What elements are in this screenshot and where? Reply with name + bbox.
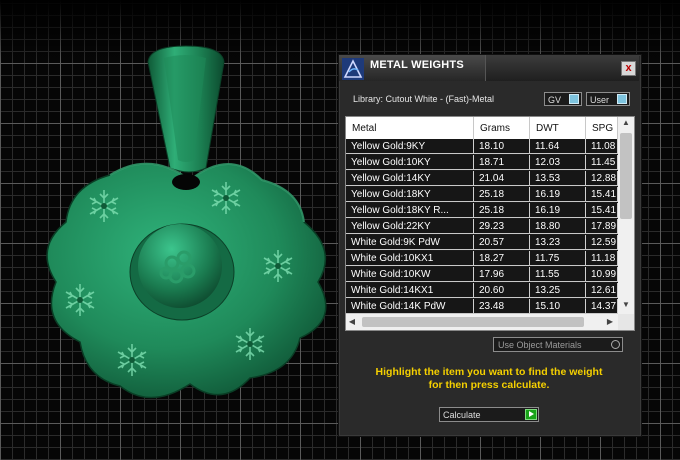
grams-cell: 18.71 [474, 155, 530, 169]
grams-cell: 29.23 [474, 219, 530, 233]
spg-cell: 15.41 [586, 203, 618, 217]
grams-cell: 23.48 [474, 299, 530, 313]
gv-toggle[interactable]: GV [544, 92, 582, 106]
table-row[interactable]: White Gold:10KX1 18.27 11.75 11.18 [346, 251, 618, 266]
table-row[interactable]: Yellow Gold:18KY R... 25.18 16.19 15.41 [346, 203, 618, 218]
table-row[interactable]: Yellow Gold:10KY 18.71 12.03 11.45 [346, 155, 618, 170]
grams-cell: 21.04 [474, 171, 530, 185]
grams-cell: 17.96 [474, 267, 530, 281]
metal-cell: Yellow Gold:9KY [346, 139, 474, 153]
table-row[interactable]: White Gold:14K PdW 23.48 15.10 14.37 [346, 299, 618, 314]
spg-cell: 11.08 [586, 139, 618, 153]
spg-cell: 12.88 [586, 171, 618, 185]
spg-cell: 12.59 [586, 235, 618, 249]
use-object-materials-option[interactable]: Use Object Materials [493, 337, 623, 352]
scroll-down-arrow-icon[interactable]: ▼ [618, 299, 634, 311]
metal-cell: Yellow Gold:14KY [346, 171, 474, 185]
instruction-line-1: Highlight the item you want to find the … [375, 366, 603, 378]
scroll-left-arrow-icon[interactable]: ◀ [346, 314, 358, 330]
metal-cell: White Gold:10KX1 [346, 251, 474, 265]
column-header-grams[interactable]: Grams [474, 117, 530, 139]
dwt-cell: 13.53 [530, 171, 586, 185]
dwt-cell: 15.10 [530, 299, 586, 313]
column-header-dwt[interactable]: DWT [530, 117, 586, 139]
panel-title: METAL WEIGHTS [370, 59, 464, 71]
table-row[interactable]: White Gold:10KW 17.96 11.55 10.99 [346, 267, 618, 282]
scroll-right-arrow-icon[interactable]: ▶ [604, 314, 616, 330]
table-row[interactable]: White Gold:14KX1 20.60 13.25 12.61 [346, 283, 618, 298]
metal-cell: White Gold:14K PdW [346, 299, 474, 313]
calculate-button[interactable]: Calculate [439, 407, 539, 422]
spg-cell: 14.37 [586, 299, 618, 313]
grams-cell: 25.18 [474, 187, 530, 201]
gv-toggle-label: GV [548, 95, 562, 105]
scrollbar-corner [618, 314, 634, 330]
table-row[interactable]: Yellow Gold:9KY 18.10 11.64 11.08 [346, 139, 618, 154]
metal-cell: White Gold:9K PdW [346, 235, 474, 249]
dwt-cell: 18.80 [530, 219, 586, 233]
instruction-line-2: for then press calculate. [428, 379, 550, 391]
metal-cell: Yellow Gold:18KY R... [346, 203, 474, 217]
radio-button-icon[interactable] [611, 340, 620, 349]
use-object-materials-label: Use Object Materials [498, 340, 582, 350]
grams-cell: 25.18 [474, 203, 530, 217]
dwt-cell: 11.64 [530, 139, 586, 153]
spg-cell: 11.45 [586, 155, 618, 169]
metal-cell: White Gold:14KX1 [346, 283, 474, 297]
table-row[interactable]: Yellow Gold:22KY 29.23 18.80 17.89 [346, 219, 618, 234]
dwt-cell: 11.75 [530, 251, 586, 265]
table-header: Metal Grams DWT SPG [346, 117, 618, 139]
spg-cell: 12.61 [586, 283, 618, 297]
grams-cell: 20.57 [474, 235, 530, 249]
metal-weights-panel: METAL WEIGHTS x Library: Cutout White - … [338, 54, 642, 437]
instruction-text: Highlight the item you want to find the … [339, 366, 639, 392]
dwt-cell: 16.19 [530, 203, 586, 217]
table-row[interactable]: Yellow Gold:18KY 25.18 16.19 15.41 [346, 187, 618, 202]
calculate-label: Calculate [443, 410, 481, 420]
dwt-cell: 13.25 [530, 283, 586, 297]
dwt-cell: 16.19 [530, 187, 586, 201]
grams-cell: 18.10 [474, 139, 530, 153]
vertical-scroll-thumb[interactable] [620, 133, 632, 219]
metal-cell: Yellow Gold:18KY [346, 187, 474, 201]
panel-titlebar[interactable]: METAL WEIGHTS x [339, 55, 639, 81]
metal-cell: Yellow Gold:22KY [346, 219, 474, 233]
horizontal-scroll-thumb[interactable] [362, 317, 584, 327]
table-body: Yellow Gold:9KY 18.10 11.64 11.08 Yellow Gol… [346, 139, 618, 314]
dwt-cell: 12.03 [530, 155, 586, 169]
dwt-cell: 13.23 [530, 235, 586, 249]
table-row[interactable]: Yellow Gold:14KY 21.04 13.53 12.88 [346, 171, 618, 186]
column-header-spg[interactable]: SPG [586, 117, 618, 139]
grams-cell: 20.60 [474, 283, 530, 297]
metal-cell: Yellow Gold:10KY [346, 155, 474, 169]
vertical-scrollbar[interactable]: ▲ ▼ [618, 117, 634, 314]
dwt-cell: 11.55 [530, 267, 586, 281]
app-logo-icon [342, 58, 364, 80]
user-toggle-label: User [590, 95, 610, 105]
spg-cell: 11.18 [586, 251, 618, 265]
table-row[interactable]: White Gold:9K PdW 20.57 13.23 12.59 [346, 235, 618, 250]
grams-cell: 18.27 [474, 251, 530, 265]
library-label: Library: Cutout White - (Fast)-Metal [353, 94, 495, 104]
scroll-up-arrow-icon[interactable]: ▲ [618, 117, 634, 129]
spg-cell: 10.99 [586, 267, 618, 281]
close-button[interactable]: x [621, 61, 636, 76]
horizontal-scrollbar[interactable]: ◀ ▶ [346, 314, 618, 330]
metal-cell: White Gold:10KW [346, 267, 474, 281]
spg-cell: 15.41 [586, 187, 618, 201]
column-header-metal[interactable]: Metal [346, 117, 474, 139]
spg-cell: 17.89 [586, 219, 618, 233]
metal-table: Metal Grams DWT SPG Yellow Gold:9KY 18.10… [345, 116, 635, 331]
user-toggle-knob [617, 94, 627, 104]
gv-toggle-knob [569, 94, 579, 104]
title-tab: METAL WEIGHTS [339, 55, 486, 81]
user-toggle[interactable]: User [586, 92, 630, 106]
play-arrow-icon [525, 409, 537, 420]
